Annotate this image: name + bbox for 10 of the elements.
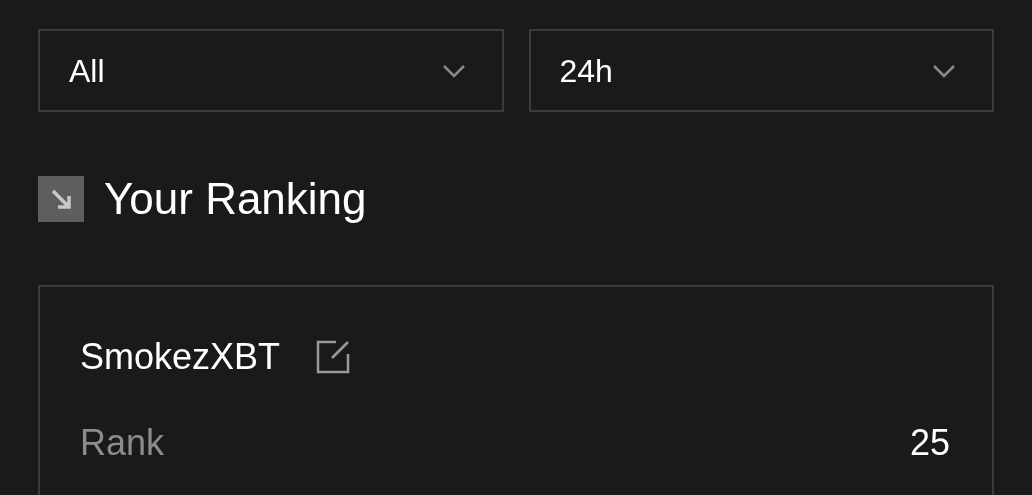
chevron-down-icon [932, 63, 956, 78]
dropdown[interactable]: All [38, 29, 504, 112]
edit-icon[interactable] [316, 340, 351, 374]
dropdown[interactable]: 24h [528, 29, 994, 112]
username: SmokezXBT [80, 339, 281, 375]
arrow-down-right-icon [38, 176, 84, 222]
section-title: Your Ranking [104, 177, 367, 221]
stat-label: Rank [80, 425, 165, 461]
stat-value: 25 [909, 425, 950, 461]
chevron-down-icon [441, 63, 466, 78]
